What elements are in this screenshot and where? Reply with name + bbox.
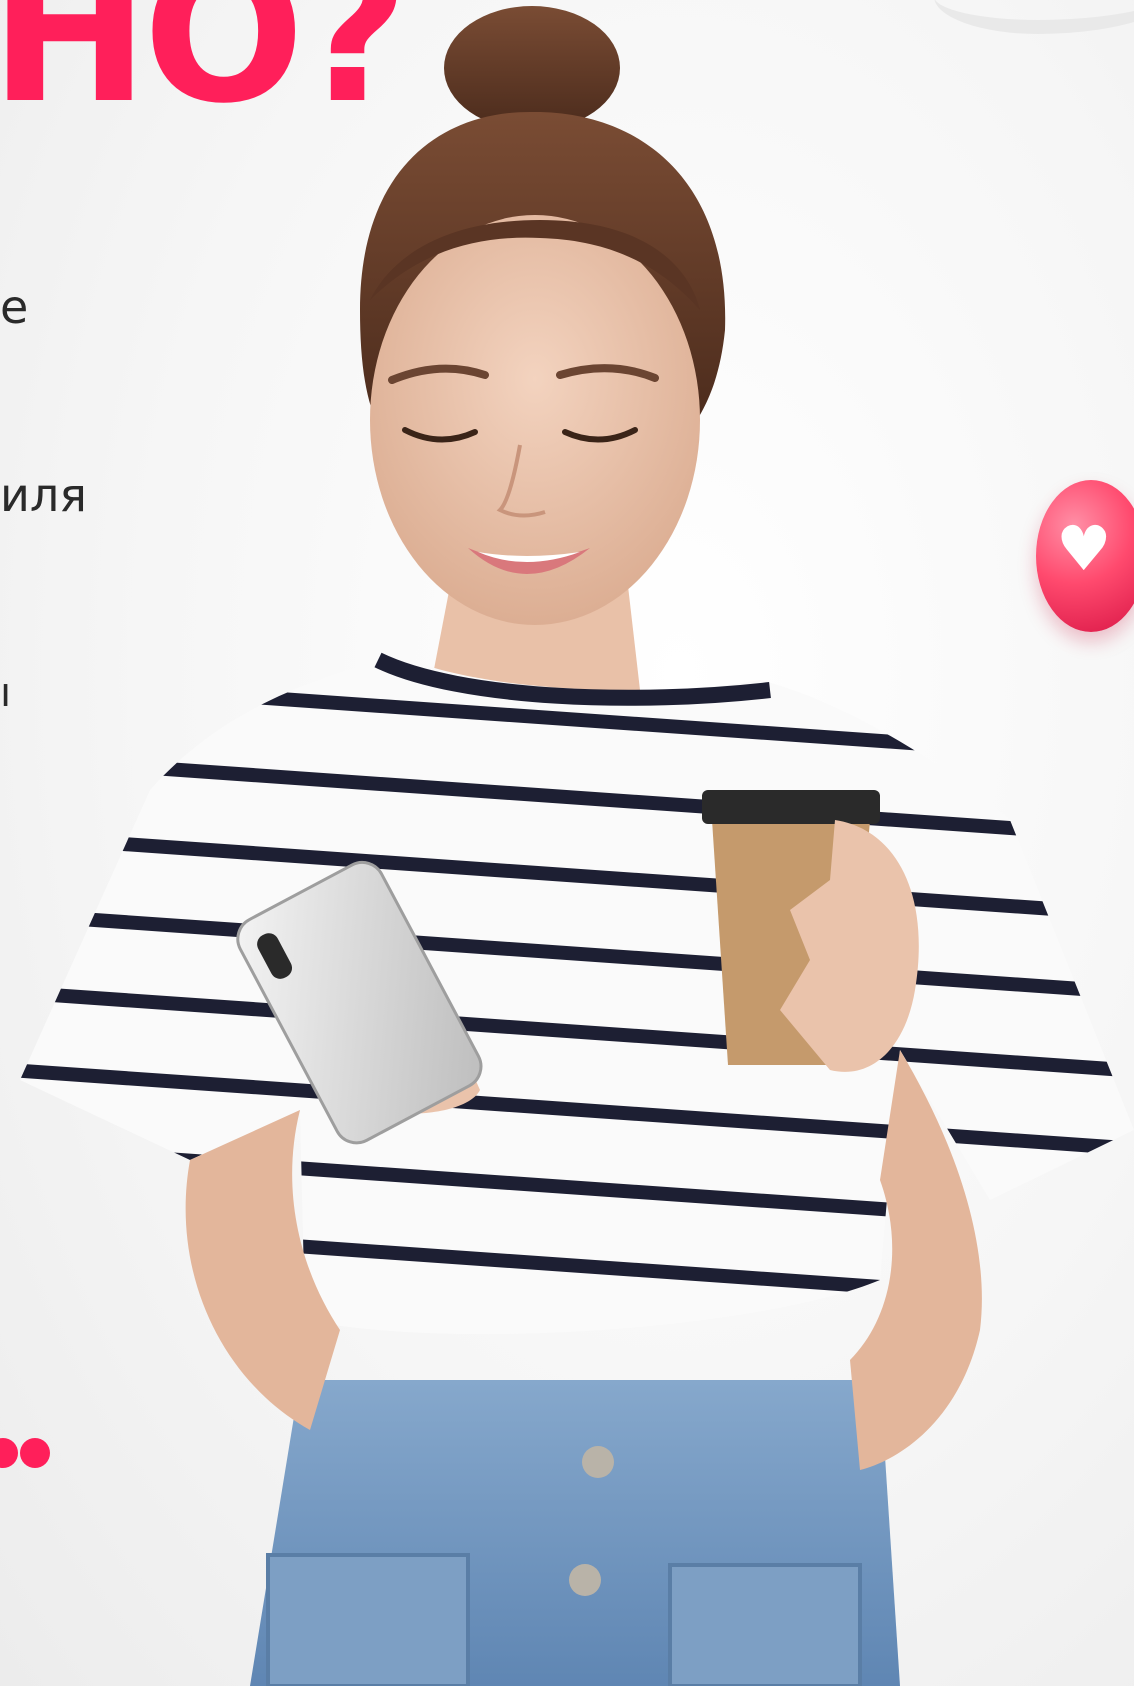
- pocket-left: [266, 1553, 470, 1686]
- pocket-right: [668, 1563, 862, 1686]
- button: [582, 1446, 614, 1478]
- button: [569, 1564, 601, 1596]
- woman-photo: [20, 6, 1134, 1686]
- hair-bun: [444, 6, 620, 130]
- promo-banner: HO? e иля ı ♥: [0, 0, 1134, 1686]
